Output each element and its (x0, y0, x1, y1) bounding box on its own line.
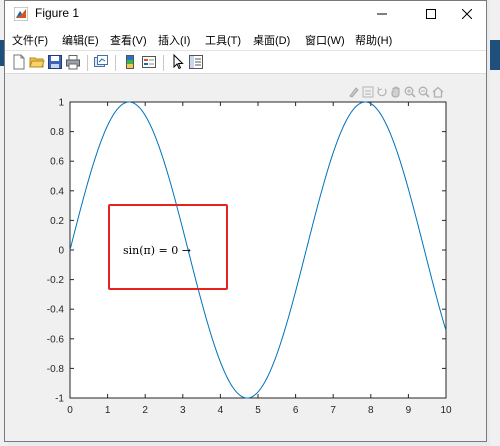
y-tick-label: -0.2 (47, 275, 65, 286)
x-tick-labels: 0 1 2 3 4 5 6 7 8 9 10 (67, 405, 452, 416)
y-tick-label: 0.8 (50, 127, 64, 138)
y-tick-label: 1 (58, 98, 64, 109)
x-tick-label: 8 (368, 405, 374, 416)
x-tick-label: 1 (105, 405, 111, 416)
x-tick-label: 3 (180, 405, 186, 416)
x-tick-label: 0 (67, 405, 73, 416)
y-tick-label: 0 (58, 246, 64, 257)
y-tick-labels: 1 0.8 0.6 0.4 0.2 0 -0.2 -0.4 -0.6 -0.8 -1 (47, 98, 65, 405)
x-tick-label: 6 (293, 405, 299, 416)
y-tick-label: -0.8 (47, 364, 65, 375)
x-tick-label: 7 (330, 405, 336, 416)
plot: 0 1 2 3 4 5 6 7 8 9 10 1 0.8 0.6 0.4 0.2 0 -0.2 -0.4 -0.6 -… (47, 98, 452, 417)
annotation-text: sin(π) = 0 → (123, 244, 191, 257)
y-tick-label: 0.6 (50, 157, 64, 168)
y-tick-label: 0.4 (50, 186, 64, 197)
x-tick-label: 9 (406, 405, 412, 416)
x-tick-label: 2 (142, 405, 148, 416)
y-tick-label: -0.4 (47, 305, 65, 316)
x-tick-label: 10 (440, 405, 452, 416)
y-tick-label: 0.2 (50, 216, 64, 227)
x-tick-label: 4 (218, 405, 224, 416)
x-tick-label: 5 (255, 405, 261, 416)
y-tick-label: -1 (55, 394, 64, 405)
y-tick-label: -0.6 (47, 334, 65, 345)
